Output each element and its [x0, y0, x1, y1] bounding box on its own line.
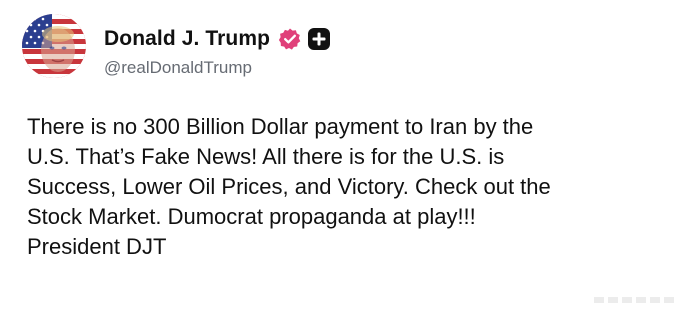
verified-badge-icon — [278, 27, 302, 51]
post-line: There is no 300 Billion Dollar payment t… — [27, 114, 534, 139]
watermark — [594, 292, 674, 303]
post-header: Donald J. Trump @realDonaldTrump — [104, 24, 331, 78]
user-handle[interactable]: @realDonaldTrump — [104, 58, 330, 78]
flag-portrait-avatar-icon — [22, 14, 86, 78]
display-name[interactable]: Donald J. Trump — [104, 27, 270, 51]
post-line: President DJT — [27, 234, 167, 259]
post-line: U.S. That’s Fake News! All there is for … — [27, 144, 505, 169]
post-card: Donald J. Trump @realDonaldTrump There i… — [0, 0, 680, 304]
post-line: Success, Lower Oil Prices, and Victory. … — [27, 174, 551, 199]
avatar[interactable] — [22, 14, 86, 78]
name-row: Donald J. Trump — [104, 24, 331, 54]
plus-badge-icon[interactable] — [308, 28, 331, 50]
post-line: Stock Market. Dumocrat propaganda at pla… — [27, 204, 476, 229]
post-body: There is no 300 Billion Dollar payment t… — [27, 112, 667, 262]
